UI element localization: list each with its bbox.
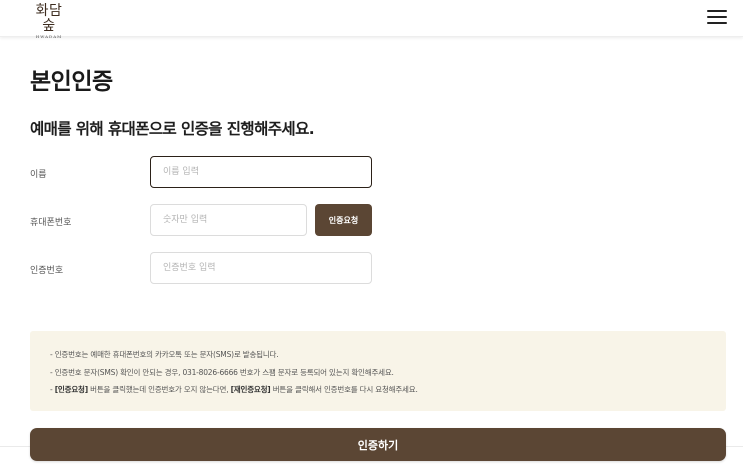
notice-line: - 인증번호 문자(SMS) 확인이 안되는 경우, 031-8026-6666… — [50, 367, 394, 377]
notice-bold-text: [재인증요청] — [230, 385, 271, 394]
notice-bold-text: [인증요청] — [54, 385, 88, 394]
logo[interactable]: 화담숲 HWADAM — [29, 4, 69, 40]
page-title: 본인인증 — [30, 69, 113, 95]
page-subtitle: 예매를 위해 휴대폰으로 인증을 진행해주세요. — [30, 120, 315, 138]
verify-submit-button[interactable]: 인증하기 — [30, 428, 726, 461]
code-label: 인증번호 — [30, 266, 64, 276]
phone-label: 휴대폰번호 — [30, 218, 72, 228]
name-input[interactable] — [150, 156, 372, 188]
top-header: 화담숲 HWADAM — [0, 0, 743, 40]
notice-line: - [인증요청] 버튼을 클릭했는데 인증번호가 오지 않는다면, [재인증요청… — [50, 381, 726, 399]
phone-input[interactable] — [150, 204, 307, 236]
notice-box: - 인증번호는 예매한 휴대폰번호의 카카오톡 또는 문자(SMS)로 발송됩니… — [30, 331, 726, 411]
request-code-button[interactable]: 인증요청 — [315, 204, 372, 236]
notice-text: 버튼을 클릭했는데 인증번호가 오지 않는다면, — [87, 385, 231, 394]
notice-line: - 인증번호는 예매한 휴대폰번호의 카카오톡 또는 문자(SMS)로 발송됩니… — [50, 350, 279, 359]
name-label: 이름 — [30, 170, 47, 180]
code-input[interactable] — [150, 252, 372, 284]
hamburger-menu-icon[interactable] — [707, 9, 727, 26]
logo-subtext: HWADAM — [35, 34, 63, 39]
notice-text: 버튼을 클릭해서 인증번호를 다시 요청해주세요. — [270, 385, 418, 394]
logo-text: 화담숲 — [35, 3, 63, 34]
